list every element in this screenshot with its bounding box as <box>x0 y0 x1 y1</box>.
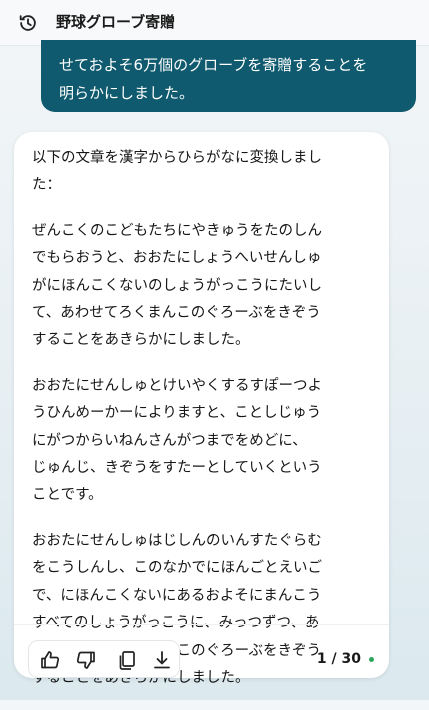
assistant-line: おおたにせんしゅはじしんのいんすたぐらむ <box>32 532 322 549</box>
assistant-message-text: 以下の文章を漢字からひらがなに変換しまし た： ぜんこくのこどもたちにやきゅうを… <box>32 145 377 710</box>
assistant-line: をこうしんし、このなかでにほんごとえいご <box>32 560 322 577</box>
assistant-line: することをあきらかにしました。 <box>32 332 250 349</box>
conversation-title: 野球グローブ寄贈 <box>56 13 176 31</box>
assistant-line: で、にほんこくないにあるおよそにまんこう <box>32 587 322 604</box>
assistant-message-card: 以下の文章を漢字からひらがなに変換しまし た： ぜんこくのこどもたちにやきゅうを… <box>14 132 389 686</box>
thumbs-up-icon[interactable] <box>38 648 62 672</box>
assistant-line: 以下の文章を漢字からひらがなに変換しまし <box>32 150 322 166</box>
assistant-line: でもらおうと、おおたにしょうへいせんしゅ <box>32 250 322 267</box>
assistant-line: じゅんじ、きぞうをすたーとしていくという <box>32 460 322 477</box>
assistant-line: うひんめーかーによりますと、ことしじゅう <box>32 405 322 422</box>
history-icon[interactable] <box>17 12 39 34</box>
status-dot <box>369 657 374 662</box>
assistant-paragraph: ぜんこくのこどもたちにやきゅうをたのしん でもらおうと、おおたにしょうへいせんし… <box>32 218 377 355</box>
thumbs-down-icon[interactable] <box>74 648 98 672</box>
assistant-paragraph: おおたにせんしゅとけいやくするすぽーつよ うひんめーかーによりますと、ことしじゅ… <box>32 373 377 510</box>
assistant-line: ぜんこくのこどもたちにやきゅうをたのしん <box>32 222 322 239</box>
download-icon[interactable] <box>150 648 174 672</box>
user-message-bubble: せておよそ6万個のグローブを寄贈することを 明らかにしました。 <box>41 40 416 112</box>
message-actions <box>28 640 180 678</box>
user-message-line: せておよそ6万個のグローブを寄贈することを <box>59 56 368 74</box>
user-message-line: 明らかにしました。 <box>59 84 195 102</box>
assistant-paragraph: 以下の文章を漢字からひらがなに変換しまし た： <box>32 145 377 200</box>
assistant-line: がにほんこくないのしょうがっこうにたいし <box>32 277 322 294</box>
assistant-line: にがつからいねんさんがつまでをめどに、 <box>32 432 307 449</box>
footer-divider <box>14 624 389 625</box>
assistant-line: て、あわせてろくまんこのぐろーぶをきぞう <box>32 305 321 322</box>
assistant-line: た： <box>32 177 61 194</box>
assistant-line: ことです。 <box>32 487 103 504</box>
copy-icon[interactable] <box>115 648 139 672</box>
assistant-line: おおたにせんしゅとけいやくするすぽーつよ <box>32 377 322 394</box>
response-page-indicator: 1 / 30 <box>316 651 361 667</box>
